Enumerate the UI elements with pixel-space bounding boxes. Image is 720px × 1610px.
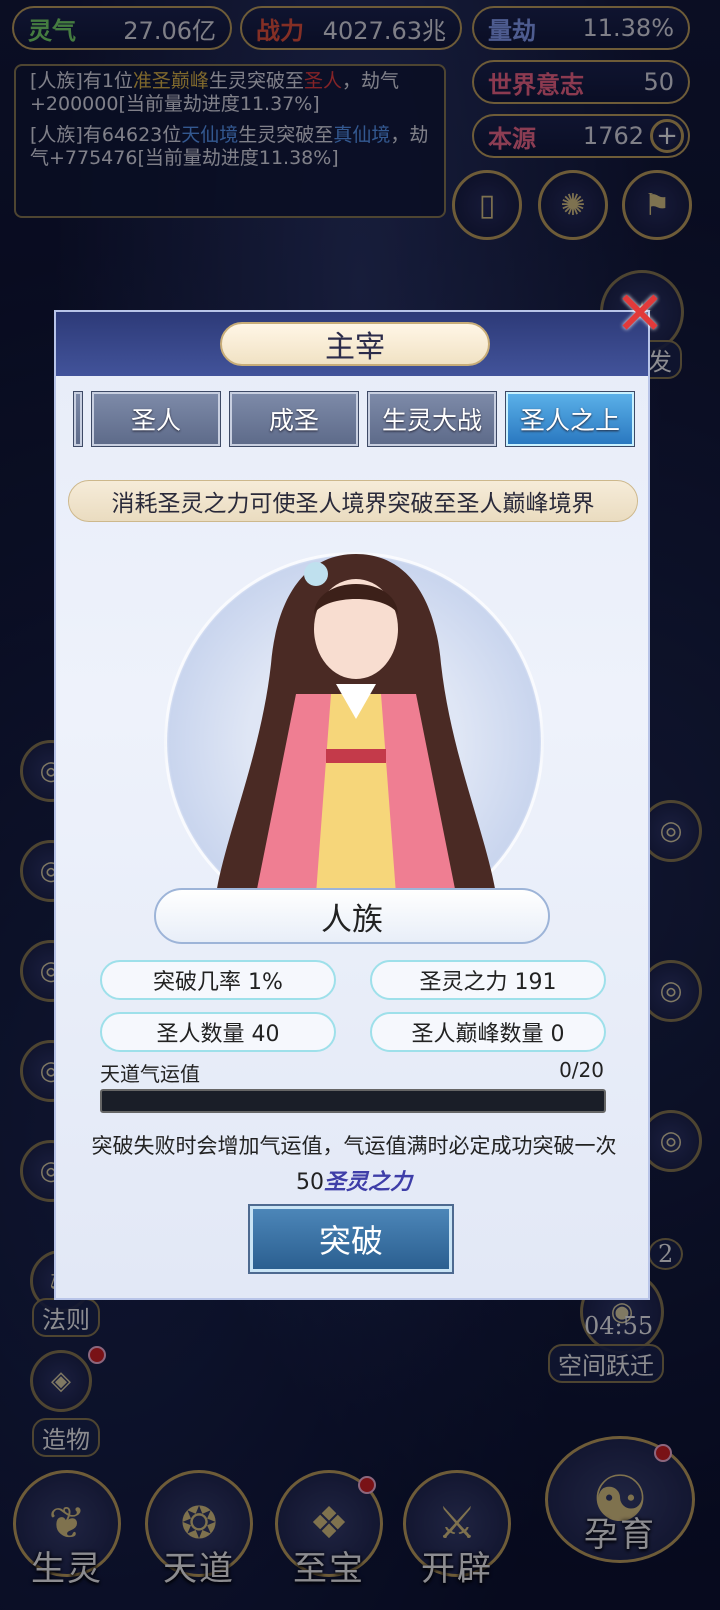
tab-shengren-zhishang[interactable]: 圣人之上 xyxy=(505,391,635,447)
tab-scroll-stub[interactable] xyxy=(73,391,83,447)
breakthrough-rate: 突破几率 1% xyxy=(100,960,336,1000)
race-label: 人族 xyxy=(154,888,550,944)
breakthrough-button[interactable]: 突破 xyxy=(248,1204,454,1274)
close-icon[interactable]: ✕ xyxy=(608,279,672,349)
luck-progress-bar xyxy=(100,1089,606,1113)
modal-title: 主宰 xyxy=(220,322,490,366)
failure-note: 突破失败时会增加气运值，气运值满时必定成功突破一次 xyxy=(91,1134,617,1158)
saint-count: 圣人数量 40 xyxy=(100,1012,336,1052)
saint-character-portrait xyxy=(216,554,496,894)
luck-value: 0/20 xyxy=(559,1058,604,1082)
ruler-modal: 主宰 圣人 成圣 生灵大战 圣人之上 消耗圣灵之力可使圣人境界突破至圣人巅峰境界… xyxy=(54,310,650,1300)
description-banner: 消耗圣灵之力可使圣人境界突破至圣人巅峰境界 xyxy=(68,480,638,522)
tab-chengsheng[interactable]: 成圣 xyxy=(229,391,359,447)
peak-saint-count: 圣人巅峰数量 0 xyxy=(370,1012,606,1052)
saint-power: 圣灵之力 191 xyxy=(370,960,606,1000)
cost-unit: 圣灵之力 xyxy=(323,1169,412,1195)
breakthrough-cost: 50圣灵之力 xyxy=(295,1169,412,1195)
tab-shengren[interactable]: 圣人 xyxy=(91,391,221,447)
luck-label: 天道气运值 xyxy=(100,1062,200,1086)
tab-shengling-dazhan[interactable]: 生灵大战 xyxy=(367,391,497,447)
tab-bar: 圣人 成圣 生灵大战 圣人之上 xyxy=(73,391,635,447)
